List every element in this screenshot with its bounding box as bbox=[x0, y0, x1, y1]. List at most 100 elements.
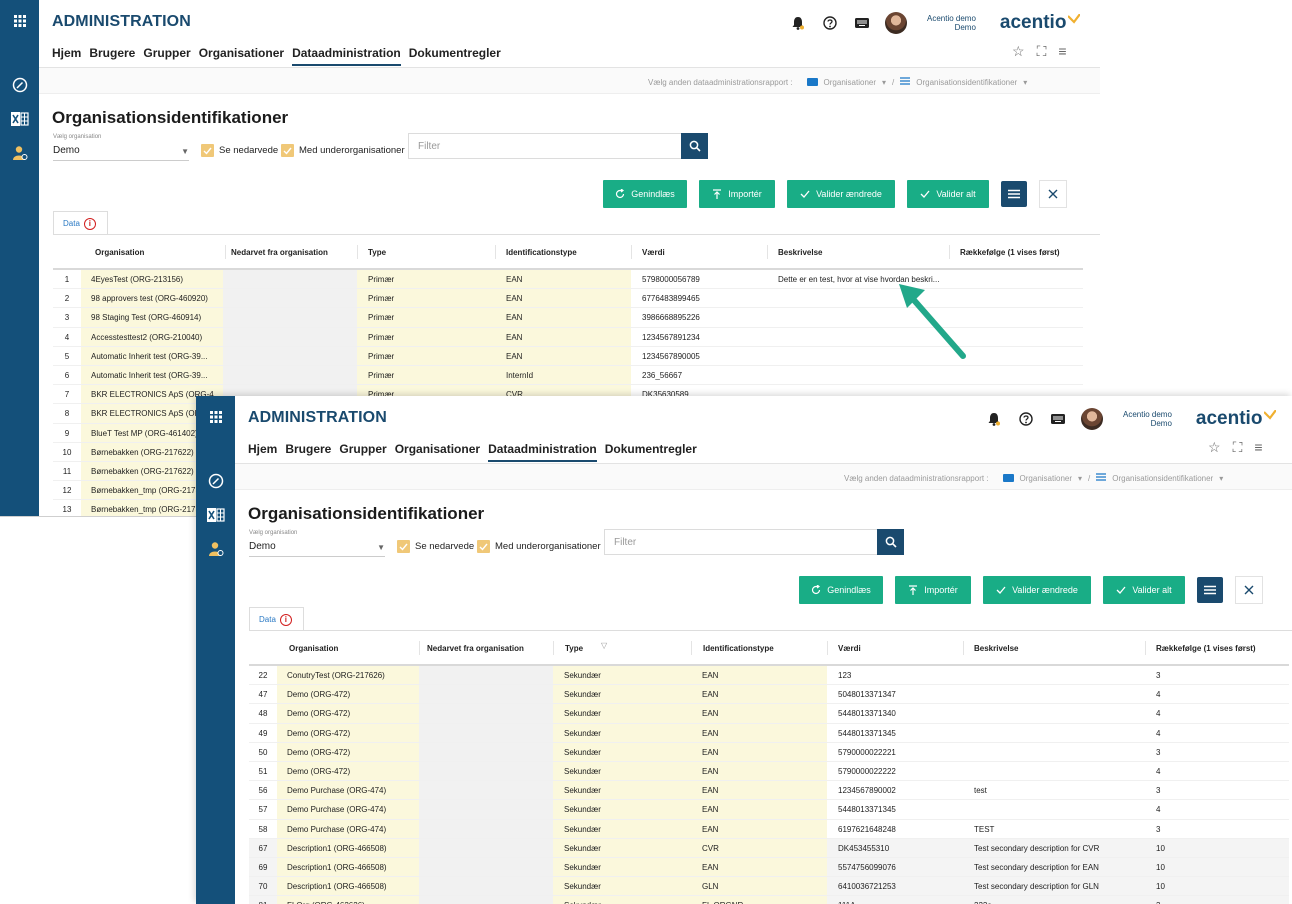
filter-input[interactable]: Filter bbox=[408, 133, 681, 159]
dashboard-gauge-icon[interactable] bbox=[196, 466, 235, 496]
cell-value[interactable]: 5790000022222 bbox=[827, 762, 963, 780]
table-row[interactable]: 69 Description1 (ORG-466508) Sekundær EAN 55… bbox=[249, 857, 1289, 878]
cell-type[interactable]: Primær bbox=[357, 308, 495, 327]
cell-value[interactable]: DK453455310 bbox=[827, 839, 963, 857]
cell-inherited[interactable] bbox=[223, 308, 357, 327]
cell-inherited[interactable] bbox=[419, 800, 553, 819]
close-button[interactable] bbox=[1039, 179, 1067, 208]
apps-grid-icon[interactable] bbox=[0, 0, 39, 42]
cell-idtype[interactable]: InternId bbox=[495, 365, 631, 385]
cell-inherited[interactable] bbox=[419, 666, 553, 685]
cell-inherited[interactable] bbox=[419, 742, 553, 761]
tab-data[interactable]: Data i bbox=[249, 607, 304, 631]
cell-organisation[interactable]: ConutryTest (ORG-217626) bbox=[277, 666, 419, 685]
cell-idtype[interactable]: FI_ORGNR bbox=[691, 896, 827, 904]
col-type[interactable]: Type bbox=[368, 248, 386, 257]
chevron-down-icon[interactable]: ▾ bbox=[1078, 474, 1082, 483]
cell-order[interactable]: 3 bbox=[1145, 820, 1289, 838]
cell-idtype[interactable]: EAN bbox=[691, 857, 827, 877]
star-icon[interactable]: ☆ bbox=[1208, 439, 1221, 456]
filter-input[interactable]: Filter bbox=[604, 529, 877, 555]
col-inherited[interactable]: Nedarvet fra organisation bbox=[427, 644, 524, 653]
table-row[interactable]: 50 Demo (ORG-472) Sekundær EAN 5790000022221… bbox=[249, 742, 1289, 762]
cell-organisation[interactable]: 4EyesTest (ORG-213156) bbox=[81, 270, 223, 289]
nav-home[interactable]: Hjem bbox=[52, 46, 81, 66]
cell-organisation[interactable]: 98 Staging Test (ORG-460914) bbox=[81, 308, 223, 327]
import-button[interactable]: Importér bbox=[699, 179, 775, 208]
cell-inherited[interactable] bbox=[223, 346, 357, 365]
chevron-down-icon[interactable]: ▾ bbox=[1023, 78, 1027, 87]
user-info[interactable]: Acentio demo Demo bbox=[1123, 410, 1172, 428]
cell-inherited[interactable] bbox=[419, 761, 553, 781]
cell-idtype[interactable]: EAN bbox=[691, 761, 827, 781]
menu-button[interactable] bbox=[1001, 180, 1027, 207]
cell-idtype[interactable]: EAN bbox=[691, 800, 827, 819]
cell-idtype[interactable]: EAN bbox=[495, 308, 631, 327]
cell-order[interactable]: 3 bbox=[1145, 896, 1289, 904]
menu-button[interactable] bbox=[1197, 576, 1223, 603]
cell-idtype[interactable]: EAN bbox=[691, 819, 827, 838]
col-organisation[interactable]: Organisation bbox=[95, 248, 144, 257]
cell-idtype[interactable]: EAN bbox=[495, 270, 631, 289]
cell-organisation[interactable]: Demo (ORG-472) bbox=[277, 704, 419, 723]
cell-description[interactable] bbox=[963, 666, 1145, 684]
col-order[interactable]: Rækkefølge (1 vises først) bbox=[1156, 644, 1256, 653]
help-icon[interactable] bbox=[1015, 408, 1037, 430]
table-row[interactable]: 49 Demo (ORG-472) Sekundær EAN 5448013371345… bbox=[249, 723, 1289, 743]
cell-value[interactable]: 111A bbox=[827, 896, 963, 904]
keyboard-icon[interactable] bbox=[1047, 408, 1069, 430]
cell-type[interactable]: Sekundær bbox=[553, 877, 691, 896]
cell-value[interactable]: 6197621648248 bbox=[827, 820, 963, 838]
fullscreen-icon[interactable]: ⛶ bbox=[1037, 43, 1047, 60]
cell-organisation[interactable]: Description1 (ORG-466508) bbox=[277, 877, 419, 896]
col-organisation[interactable]: Organisation bbox=[289, 644, 338, 653]
star-icon[interactable]: ☆ bbox=[1012, 43, 1025, 60]
cell-type[interactable]: Primær bbox=[357, 270, 495, 289]
suborg-checkbox[interactable]: Med underorganisationer bbox=[281, 144, 405, 157]
cell-order[interactable]: 4 bbox=[1145, 685, 1289, 703]
table-row[interactable]: 57 Demo Purchase (ORG-474) Sekundær EAN 5448… bbox=[249, 800, 1289, 820]
cell-value[interactable]: 5790000022221 bbox=[827, 743, 963, 761]
cell-inherited[interactable] bbox=[419, 838, 553, 857]
cell-type[interactable]: Sekundær bbox=[553, 742, 691, 761]
validate-all-button[interactable]: Valider alt bbox=[1103, 575, 1185, 604]
nav-home[interactable]: Hjem bbox=[248, 442, 277, 462]
cell-type[interactable]: Sekundær bbox=[553, 761, 691, 781]
close-button[interactable] bbox=[1235, 575, 1263, 604]
cell-inherited[interactable] bbox=[223, 289, 357, 308]
nav-organisations[interactable]: Organisationer bbox=[199, 46, 284, 66]
excel-icon[interactable] bbox=[0, 104, 39, 134]
cell-value[interactable]: 236_56667 bbox=[631, 366, 767, 384]
nav-groups[interactable]: Grupper bbox=[339, 442, 386, 462]
cell-organisation[interactable]: FI Org (ORG-462626) bbox=[277, 896, 419, 904]
user-admin-icon[interactable] bbox=[0, 138, 39, 168]
table-row[interactable]: 47 Demo (ORG-472) Sekundær EAN 5048013371347… bbox=[249, 685, 1289, 705]
chevron-down-icon[interactable]: ▾ bbox=[882, 78, 886, 87]
table-row[interactable]: 6 Automatic Inherit test (ORG-39... Primær… bbox=[53, 365, 1083, 386]
search-button[interactable] bbox=[877, 529, 904, 555]
bell-icon[interactable] bbox=[983, 408, 1005, 430]
cell-idtype[interactable]: EAN bbox=[495, 346, 631, 365]
cell-inherited[interactable] bbox=[223, 270, 357, 289]
cell-order[interactable]: 4 bbox=[1145, 762, 1289, 780]
avatar[interactable] bbox=[885, 12, 907, 34]
nav-dataadmin[interactable]: Dataadministration bbox=[292, 46, 401, 66]
cell-description[interactable]: Test secondary description for GLN bbox=[963, 877, 1145, 895]
excel-icon[interactable] bbox=[196, 500, 235, 530]
col-type[interactable]: Type bbox=[565, 644, 583, 653]
cell-description[interactable] bbox=[767, 366, 949, 384]
table-row[interactable]: 22 ConutryTest (ORG-217626) Sekundær EAN 123… bbox=[249, 666, 1289, 686]
cell-organisation[interactable]: Automatic Inherit test (ORG-39... bbox=[81, 346, 223, 365]
col-description[interactable]: Beskrivelse bbox=[778, 248, 822, 257]
cell-inherited[interactable] bbox=[419, 896, 553, 904]
cell-organisation[interactable]: Demo (ORG-472) bbox=[277, 685, 419, 704]
nav-document-rules[interactable]: Dokumentregler bbox=[605, 442, 697, 462]
col-order[interactable]: Rækkefølge (1 vises først) bbox=[960, 248, 1060, 257]
cell-description[interactable]: Test secondary description for CVR bbox=[963, 839, 1145, 857]
cell-type[interactable]: Sekundær bbox=[553, 666, 691, 685]
cell-order[interactable]: 4 bbox=[1145, 800, 1289, 818]
cell-idtype[interactable]: EAN bbox=[691, 723, 827, 742]
table-row[interactable]: 81FI Org (ORG-462626) SekundærFI_ORGNR111… bbox=[249, 896, 1289, 904]
cell-value[interactable]: 5448013371345 bbox=[827, 800, 963, 818]
cell-description[interactable] bbox=[963, 724, 1145, 742]
